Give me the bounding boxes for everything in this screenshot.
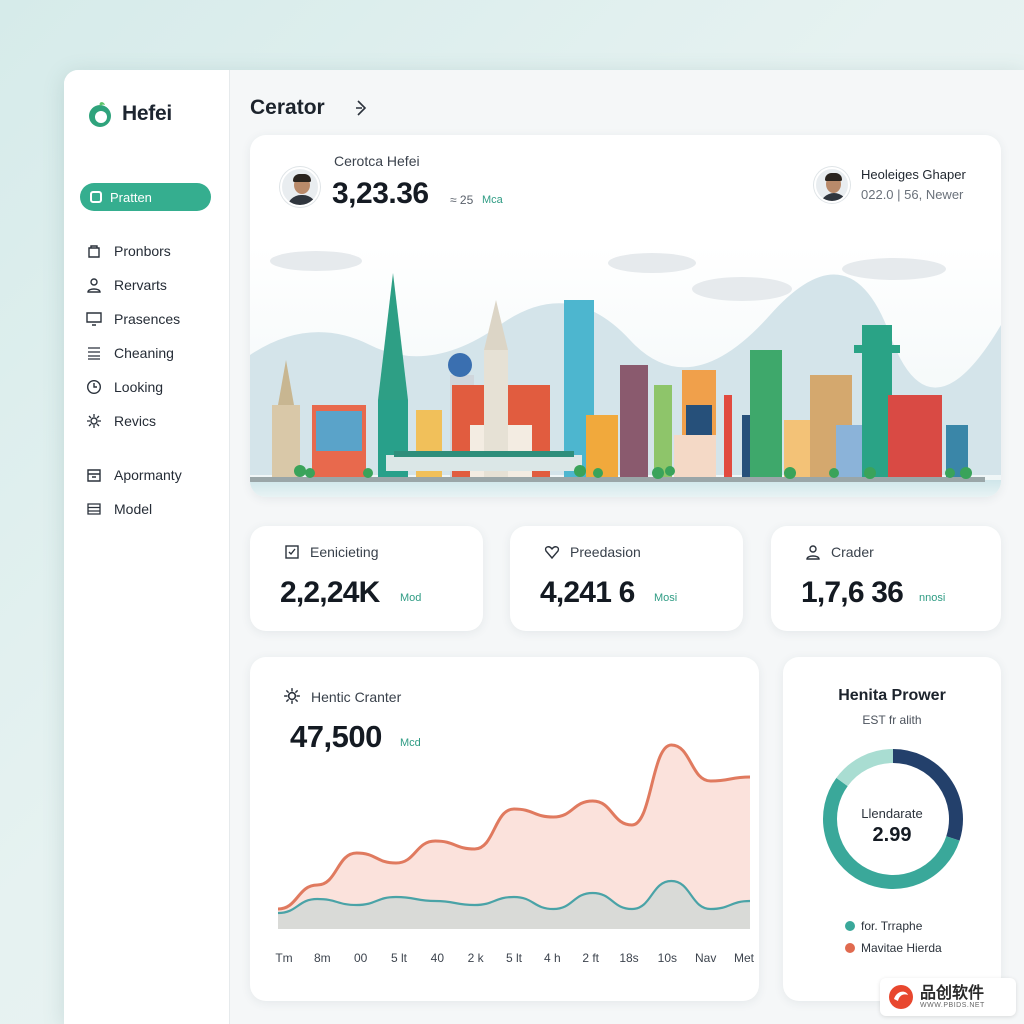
x-tick-label: 40 — [430, 951, 445, 965]
hero-card: Cerotca Hefei 3,23.36 ≈ 25 Mca Heoleiges… — [250, 135, 1001, 497]
avatar-secondary[interactable] — [814, 167, 850, 203]
x-tick-label: 5 lt — [505, 951, 523, 965]
hero-unit: Mca — [482, 194, 503, 206]
legend-item: Mavitae Hierda — [845, 941, 942, 955]
x-tick-label: Met — [733, 951, 755, 965]
sidebar-item-label: Pratten — [110, 189, 152, 205]
stat-value: 4,241 6 — [540, 576, 635, 609]
user-icon — [87, 278, 101, 293]
hero-user-meta: 022.0 | 56, Newer — [861, 187, 964, 202]
x-tick-label: 8m — [313, 951, 331, 965]
stat-unit: Mosi — [654, 592, 678, 604]
hero-value: 3,23.36 — [332, 177, 429, 210]
sidebar-item-cheaning[interactable]: Cheaning — [86, 342, 174, 364]
checkbox-icon — [285, 545, 299, 559]
sidebar-item-apormanty[interactable]: Apormanty — [86, 464, 182, 486]
hero-sub: ≈ 25 — [450, 193, 474, 207]
x-tick-label: 2 ft — [582, 951, 599, 965]
x-tick-label: 10s — [657, 951, 678, 965]
screen-icon — [86, 312, 102, 326]
page-title: Cerator — [250, 96, 325, 119]
bag-icon — [88, 245, 100, 258]
sidebar-item-label: Looking — [114, 379, 164, 395]
sidebar-item-active[interactable]: Pratten — [80, 183, 211, 211]
sidebar-item-label: Prasences — [114, 311, 181, 327]
sidebar-item-label: Apormanty — [114, 467, 182, 483]
trend-card: Hentic Cranter 47,500 Mcd Tm 8m 00 5 lt 40 2 … — [250, 657, 759, 1001]
donut-subtitle: EST fr alith — [862, 713, 922, 727]
x-tick-label: Tm — [275, 951, 293, 965]
stat-label: Preedasion — [570, 544, 641, 560]
stat-unit: Mod — [400, 592, 422, 604]
sidebar: Hefei Pratten Pronbors Rervarts Prasence… — [64, 70, 230, 1024]
stat-label: Eenicieting — [310, 544, 379, 560]
sidebar-item-prasences[interactable]: Prasences — [86, 308, 180, 330]
x-tick-label: Nav — [694, 951, 717, 965]
logo-icon — [86, 100, 114, 128]
app-name: Hefei — [122, 102, 172, 125]
stat-value: 1,7,6 36 — [801, 576, 904, 609]
x-tick-label: 18s — [619, 951, 639, 965]
legend-label: Mavitae Hierda — [861, 941, 942, 955]
sidebar-item-looking[interactable]: Looking — [86, 376, 163, 398]
watermark-sub: WWW.PBIDS.NET — [920, 1001, 985, 1009]
watermark-text: 品创软件 — [920, 984, 985, 1002]
city-skyline-illustration — [250, 245, 1001, 497]
user-icon — [806, 545, 820, 560]
x-tick-label: 4 h — [543, 951, 561, 965]
chevron-right-icon[interactable] — [354, 98, 370, 118]
calendar-icon — [87, 469, 101, 482]
sidebar-item-label: Rervarts — [114, 277, 167, 293]
stat-card[interactable]: Crader 1,7,6 36 nnosi — [771, 526, 1001, 631]
donut-segment — [836, 749, 894, 787]
x-axis: Tm 8m 00 5 lt 40 2 k 5 lt 4 h 2 ft 18s 10s Nav Met — [275, 951, 754, 965]
x-tick-label: 5 lt — [390, 951, 408, 965]
donut-center-value: 2.99 — [872, 824, 912, 846]
grid-icon — [90, 191, 102, 203]
brand-icon — [889, 985, 913, 1009]
heart-icon — [544, 546, 560, 560]
stat-card[interactable]: Eenicieting 2,2,24K Mod — [250, 526, 483, 631]
sidebar-item-model[interactable]: Model — [86, 498, 152, 520]
legend-item: for. Trraphe — [845, 919, 922, 933]
menu-icon — [87, 503, 101, 515]
gear-icon — [87, 414, 101, 428]
x-tick-label: 00 — [353, 951, 368, 965]
stat-card[interactable]: Preedasion 4,241 6 Mosi — [510, 526, 743, 631]
clock-icon — [86, 379, 102, 395]
logo[interactable]: Hefei — [86, 100, 172, 128]
x-tick-label: 2 k — [467, 951, 484, 965]
stat-label: Crader — [831, 544, 874, 560]
sidebar-item-label: Model — [114, 501, 153, 517]
sidebar-item-label: Pronbors — [114, 243, 171, 259]
stat-unit: nnosi — [919, 592, 946, 604]
watermark-logo: 品创软件 WWW.PBIDS.NET — [880, 978, 1016, 1016]
sidebar-item-pronbors[interactable]: Pronbors — [86, 240, 171, 262]
sidebar-item-rervarts[interactable]: Rervarts — [86, 274, 167, 296]
app-window: Hefei Pratten Pronbors Rervarts Prasence… — [64, 70, 1024, 1024]
trend-label: Hentic Cranter — [311, 689, 402, 705]
donut-title: Henita Prower — [838, 687, 946, 704]
donut-card: Henita Prower EST fr alith Llendarate 2.… — [783, 657, 1001, 1001]
list-icon — [88, 347, 100, 360]
trend-chart[interactable] — [278, 729, 750, 949]
legend-label: for. Trraphe — [861, 919, 923, 933]
avatar[interactable] — [280, 167, 320, 207]
legend-dot — [845, 921, 855, 931]
sidebar-item-label: Revics — [114, 413, 157, 429]
stat-value: 2,2,24K — [280, 576, 380, 609]
donut-center-label: Llendarate — [861, 806, 923, 821]
sidebar-item-revics[interactable]: Revics — [86, 410, 156, 432]
hero-label: Cerotca Hefei — [334, 153, 420, 169]
legend-dot — [845, 943, 855, 953]
hero-user-name: Heoleiges Ghaper — [861, 167, 966, 182]
sidebar-item-label: Cheaning — [114, 345, 174, 361]
gear-icon — [284, 688, 300, 704]
